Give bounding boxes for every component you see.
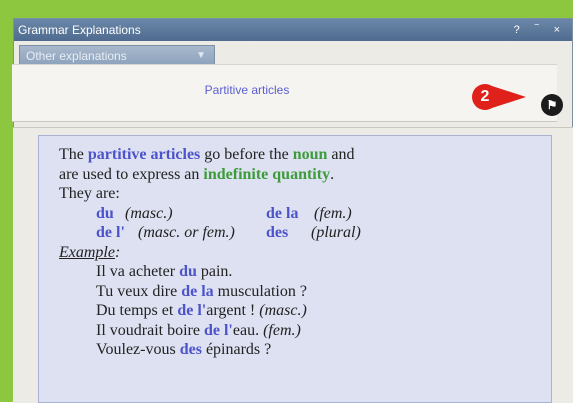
title-bar[interactable]: Grammar Explanations ? ‾ × — [14, 19, 572, 41]
article-note: (masc.) — [125, 204, 173, 222]
example-note: (masc.) — [259, 302, 307, 319]
example-text: argent ! — [206, 302, 260, 319]
intro-text: are used to express an — [59, 165, 204, 183]
example-text: Il va acheter — [96, 263, 180, 280]
example-note: (fem.) — [263, 321, 301, 339]
article-note: (plural) — [311, 224, 361, 241]
chevron-down-icon: ▼ — [196, 50, 206, 61]
keyword-indefinite-quantity: indefinite quantity — [203, 165, 331, 183]
explanation-text: The partitive articles go before the nou… — [38, 135, 552, 403]
article-row: du (masc.) de la (fem.) — [59, 204, 551, 224]
content-area: The partitive articles go before the nou… — [13, 127, 573, 403]
example-sentence: Du temps et de l'argent ! (masc.) — [59, 301, 551, 321]
article: de la — [266, 204, 299, 222]
dropdown-label: Other explanations — [26, 49, 127, 63]
example-heading: Example: — [59, 243, 551, 263]
article-note: (fem.) — [314, 204, 352, 222]
example-article: des — [179, 341, 202, 358]
article: de l' — [96, 224, 125, 241]
example-text: Voulez-vous — [96, 341, 180, 358]
article: du — [96, 204, 114, 222]
example-article: du — [179, 263, 197, 280]
example-text: épinards ? — [201, 341, 272, 358]
example-text: musculation ? — [213, 282, 307, 300]
callout-badge: 2 — [472, 84, 498, 110]
window-controls[interactable]: ? ‾ × — [514, 19, 566, 41]
example-text: Du temps et — [96, 302, 178, 319]
flag-icon[interactable]: ⚑ — [541, 94, 563, 116]
intro-line-3: They are: — [59, 185, 120, 202]
example-article: de l' — [177, 302, 207, 319]
intro-text: go before the — [200, 146, 293, 163]
article-row: de l' (masc. or fem.) des (plural) — [59, 223, 551, 243]
intro-text: . — [330, 165, 335, 183]
example-sentence: Voulez-vous des épinards ? — [59, 340, 551, 360]
keyword-partitive-articles: partitive articles — [87, 146, 201, 163]
window-title: Grammar Explanations — [18, 23, 141, 37]
example-label: Example — [59, 243, 115, 261]
article-note: (masc. or fem.) — [138, 224, 235, 241]
example-article: de la — [181, 282, 214, 300]
section-title: Partitive articles — [204, 83, 290, 97]
example-sentence: Il va acheter du pain. — [59, 262, 551, 282]
intro-text: The — [59, 146, 88, 163]
example-text: pain. — [196, 263, 233, 280]
example-sentence: Il voudrait boire de l'eau. (fem.) — [59, 321, 551, 341]
intro-line-2: are used to express an indefinite quanti… — [59, 165, 551, 185]
example-colon: : — [114, 243, 121, 261]
other-explanations-dropdown[interactable]: Other explanations ▼ — [19, 45, 215, 65]
intro-line-1: The partitive articles go before the nou… — [59, 145, 551, 165]
example-text: Tu veux dire — [96, 282, 182, 300]
example-text: eau. — [232, 321, 264, 339]
intro-text: and — [327, 146, 355, 163]
example-text: Il voudrait boire — [96, 321, 204, 339]
example-article: de l' — [203, 321, 233, 339]
article: des — [266, 224, 289, 241]
keyword-noun: noun — [292, 146, 328, 163]
example-sentence: Tu veux dire de la musculation ? — [59, 282, 551, 302]
